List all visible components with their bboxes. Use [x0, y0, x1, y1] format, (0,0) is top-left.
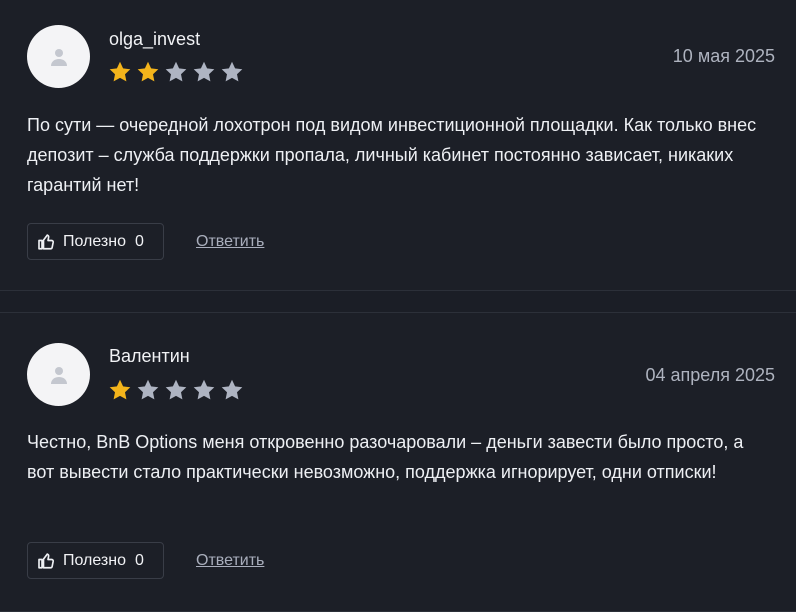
star-empty-icon: [136, 378, 160, 401]
avatar: [27, 25, 90, 88]
star-empty-icon: [220, 378, 244, 401]
reply-link[interactable]: Ответить: [196, 232, 264, 252]
rating-stars: [108, 378, 244, 401]
star-filled-icon: [108, 60, 132, 83]
review-date: 04 апреля 2025: [645, 365, 776, 385]
star-filled-icon: [108, 378, 132, 401]
useful-label: Полезно: [63, 232, 126, 250]
review-text: По сути — очередной лохотрон под видом и…: [27, 115, 757, 195]
star-empty-icon: [164, 60, 188, 83]
useful-label: Полезно: [63, 551, 126, 569]
thumbs-up-icon: [38, 552, 55, 569]
review-date: 10 мая 2025: [672, 46, 775, 66]
review-author: olga_invest: [109, 29, 201, 49]
useful-count: 0: [135, 551, 144, 569]
review-text: Честно, BnB Options меня откровенно разо…: [27, 432, 744, 482]
user-icon: [50, 48, 67, 66]
reply-link[interactable]: Ответить: [196, 551, 264, 571]
user-icon: [50, 366, 67, 384]
star-empty-icon: [192, 60, 216, 83]
star-empty-icon: [164, 378, 188, 401]
star-empty-icon: [192, 378, 216, 401]
star-empty-icon: [220, 60, 244, 83]
star-filled-icon: [136, 60, 160, 83]
review-card: Валентин 04 апреля 2025 Честно, BnB Opti…: [0, 312, 796, 612]
useful-count: 0: [135, 232, 144, 250]
rating-stars: [108, 60, 244, 83]
useful-button[interactable]: Полезно 0: [27, 223, 164, 260]
useful-button[interactable]: Полезно 0: [27, 542, 164, 579]
review-card: olga_invest 10 мая 2025 По сути — очеред…: [0, 0, 796, 291]
review-author: Валентин: [109, 346, 190, 366]
thumbs-up-icon: [38, 233, 55, 250]
avatar: [27, 343, 90, 406]
